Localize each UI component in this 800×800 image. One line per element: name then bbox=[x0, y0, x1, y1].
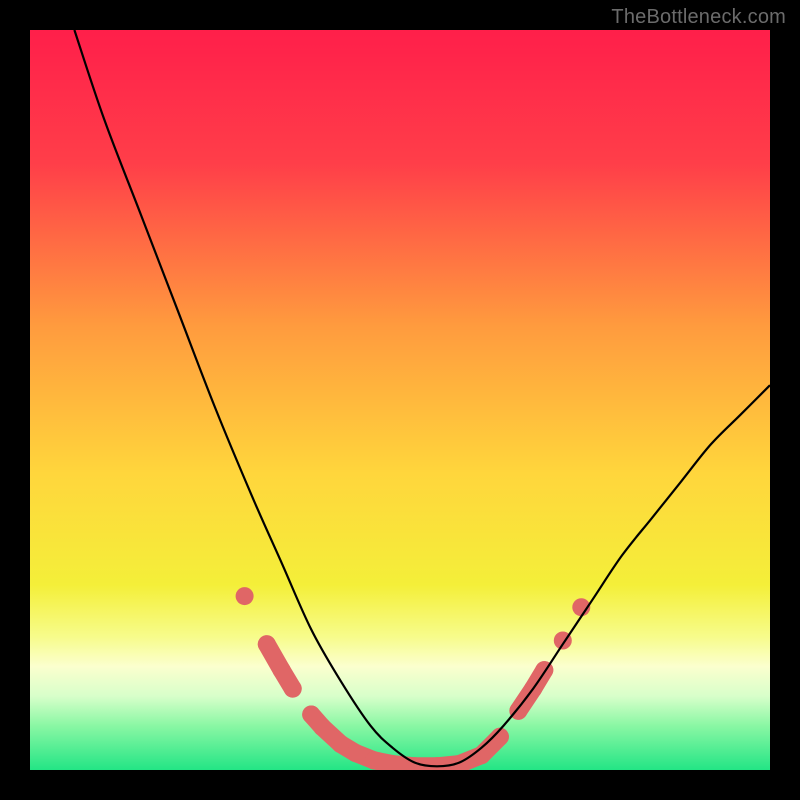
marker-dot bbox=[284, 680, 302, 698]
gradient-background bbox=[30, 30, 770, 770]
chart-stage: TheBottleneck.com bbox=[0, 0, 800, 800]
watermark-text: TheBottleneck.com bbox=[611, 6, 786, 29]
marker-dot bbox=[236, 587, 254, 605]
chart-svg bbox=[30, 30, 770, 770]
plot-area bbox=[30, 30, 770, 770]
